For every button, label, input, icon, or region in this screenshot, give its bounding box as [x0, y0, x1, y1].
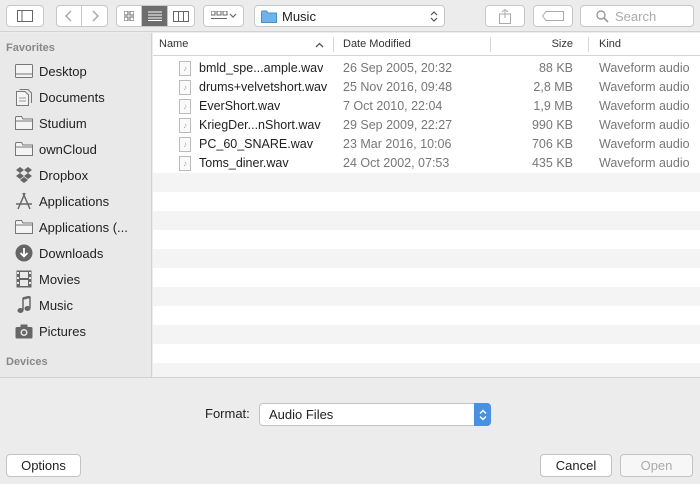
- audio-file-icon: ♪: [179, 118, 191, 133]
- applications-icon: [14, 191, 34, 211]
- list-view-button[interactable]: [142, 6, 168, 26]
- folder-icon: [261, 10, 277, 23]
- sidebar-item-desktop[interactable]: Desktop: [0, 58, 152, 84]
- sidebar-item-studium[interactable]: Studium: [0, 110, 152, 136]
- search-field[interactable]: Search: [580, 5, 694, 27]
- options-button[interactable]: Options: [6, 454, 81, 477]
- empty-row: [153, 287, 700, 306]
- format-value: Audio Files: [269, 407, 334, 422]
- sidebar-item-documents[interactable]: Documents: [0, 84, 152, 110]
- table-row[interactable]: ♪ PC_60_SNARE.wav 23 Mar 2016, 10:06 706…: [153, 135, 700, 154]
- column-header-size[interactable]: Size: [552, 33, 573, 56]
- sidebar-toggle-button[interactable]: [6, 5, 44, 27]
- table-row[interactable]: ♪ EverShort.wav 7 Oct 2010, 22:04 1,9 MB…: [153, 97, 700, 116]
- folder-icon: [14, 113, 34, 133]
- back-button[interactable]: [57, 6, 83, 26]
- table-row[interactable]: ♪ KriegDer...nShort.wav 29 Sep 2009, 22:…: [153, 116, 700, 135]
- column-separator[interactable]: [588, 37, 589, 52]
- nav-buttons: [56, 5, 108, 27]
- column-separator[interactable]: [333, 37, 334, 52]
- sidebar-item-owncloud[interactable]: ownCloud: [0, 136, 152, 162]
- column-view-button[interactable]: [168, 6, 194, 26]
- updown-chevron-icon: [430, 11, 438, 22]
- audio-file-icon: ♪: [179, 99, 191, 114]
- column-header-kind[interactable]: Kind: [599, 33, 621, 56]
- tag-icon: [542, 11, 564, 21]
- sort-ascending-icon: [315, 42, 324, 48]
- updown-chevron-icon: [479, 409, 486, 420]
- tag-button[interactable]: [533, 5, 573, 27]
- list-icon: [147, 11, 162, 21]
- arrange-button[interactable]: [203, 5, 244, 27]
- sidebar-section-favorites: Favorites: [6, 42, 55, 54]
- film-icon: [14, 269, 34, 289]
- column-header-date[interactable]: Date Modified: [343, 33, 411, 56]
- sidebar-item-pictures[interactable]: Pictures: [0, 318, 152, 344]
- arrange-icon: [210, 11, 236, 19]
- search-icon: [596, 9, 609, 23]
- chevron-right-icon: [91, 10, 99, 22]
- bottom-panel: Format: Audio Files Options Cancel Open: [0, 377, 700, 484]
- sidebar-section-devices: Devices: [6, 356, 48, 368]
- format-popup[interactable]: Audio Files: [259, 403, 491, 426]
- sidebar-item-dropbox[interactable]: Dropbox: [0, 162, 152, 188]
- empty-row: [153, 173, 700, 192]
- music-note-icon: [14, 295, 34, 315]
- sidebar-item-downloads[interactable]: Downloads: [0, 240, 152, 266]
- toolbar: Music Search: [0, 0, 700, 32]
- folder-icon: [14, 217, 34, 237]
- sidebar-item-applications-2[interactable]: Applications (...: [0, 214, 152, 240]
- sidebar-icon: [17, 10, 33, 22]
- empty-row: [153, 325, 700, 344]
- download-icon: [14, 243, 34, 263]
- location-label: Music: [282, 8, 316, 24]
- popup-stepper: [474, 403, 491, 426]
- column-header-name[interactable]: Name: [159, 33, 188, 56]
- sidebar: Favorites Desktop Documents Studium ownC…: [0, 33, 152, 377]
- dropbox-icon: [14, 165, 34, 185]
- columns-icon: [172, 10, 189, 22]
- location-popup[interactable]: Music: [254, 5, 445, 27]
- folder-icon: [14, 139, 34, 159]
- table-row[interactable]: ♪ Toms_diner.wav 24 Oct 2002, 07:53 435 …: [153, 154, 700, 173]
- icon-view-button[interactable]: [117, 6, 143, 26]
- audio-file-icon: ♪: [179, 80, 191, 95]
- chevron-left-icon: [65, 10, 72, 22]
- documents-icon: [14, 87, 34, 107]
- column-separator[interactable]: [490, 37, 491, 52]
- open-button[interactable]: Open: [620, 454, 693, 477]
- format-label: Format:: [205, 406, 250, 421]
- table-row[interactable]: ♪ bmld_spe...ample.wav 26 Sep 2005, 20:3…: [153, 59, 700, 78]
- sidebar-item-applications[interactable]: Applications: [0, 188, 152, 214]
- table-header: Name Date Modified Size Kind: [153, 33, 700, 56]
- desktop-icon: [14, 61, 34, 81]
- sidebar-item-movies[interactable]: Movies: [0, 266, 152, 292]
- camera-icon: [14, 321, 34, 341]
- table-row[interactable]: ♪ drums+velvetshort.wav 25 Nov 2016, 09:…: [153, 78, 700, 97]
- share-button[interactable]: [485, 5, 525, 27]
- file-list: Name Date Modified Size Kind ♪ bmld_spe.…: [153, 33, 700, 377]
- cancel-button[interactable]: Cancel: [540, 454, 612, 477]
- empty-row: [153, 249, 700, 268]
- view-mode-control: [116, 5, 195, 27]
- empty-row: [153, 211, 700, 230]
- empty-row: [153, 363, 700, 377]
- forward-button[interactable]: [82, 6, 107, 26]
- grid-icon: [124, 11, 135, 21]
- sidebar-item-music[interactable]: Music: [0, 292, 152, 318]
- share-icon: [499, 8, 511, 24]
- search-placeholder: Search: [615, 8, 657, 24]
- audio-file-icon: ♪: [179, 61, 191, 76]
- audio-file-icon: ♪: [179, 137, 191, 152]
- audio-file-icon: ♪: [179, 156, 191, 171]
